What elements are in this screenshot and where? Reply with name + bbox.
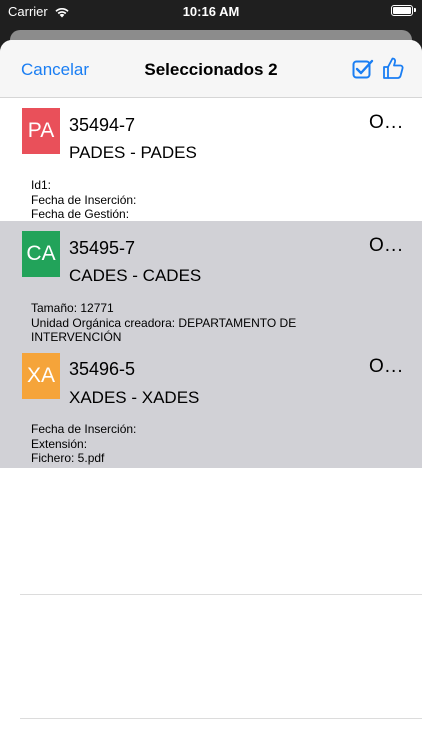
thumbs-up-icon[interactable] [382,56,404,80]
document-code: 35495-7 [69,238,136,258]
document-code: 35496-5 [69,359,136,379]
detail-line: Extensión: [31,436,88,451]
document-type-badge: PA [22,108,60,154]
document-code: 35494-7 [69,115,136,135]
status-time: 10:16 AM [182,4,240,19]
list-item[interactable]: PA 35494-7 PADES - PADES O... Id1: Fecha… [0,98,422,221]
battery-icon [391,5,416,16]
detail-line: Fecha de Inserción: [31,422,137,436]
more-options[interactable]: O... [369,356,404,378]
row-divider [20,718,422,719]
document-details: Fecha de Inserción: Extensión: Fichero: … [31,422,136,466]
detail-line: Tamaño: 12771 [31,301,114,315]
detail-line: Fecha de Gestión: [31,207,130,221]
row-divider [20,594,422,595]
detail-line: Id1: [31,178,52,192]
navigation-bar: Cancelar Seleccionados 2 [0,40,422,98]
status-bar: Carrier 10:16 AM [0,0,422,24]
selection-sheet: Cancelar Seleccionados 2 PA 35494-7 PADE… [0,40,422,750]
document-details: Id1: Fecha de Inserción: Fecha de Gestió… [31,178,136,222]
document-name: XADES - XADES [69,388,200,407]
document-name: PADES - PADES [69,143,197,162]
document-type-badge: CA [22,231,60,277]
detail-line: Unidad Orgánica creadora: DEPARTAMENTO D… [31,315,297,330]
document-type-badge: XA [22,353,60,399]
more-options[interactable]: O... [369,112,404,134]
document-details: Tamaño: 12771 Unidad Orgánica creadora: … [31,301,296,345]
document-name: CADES - CADES [69,266,202,285]
detail-line: Fichero: 5.pdf [31,451,105,465]
more-options[interactable]: O... [369,235,404,257]
document-list: PA 35494-7 PADES - PADES O... Id1: Fecha… [0,98,422,468]
detail-line: INTERVENCIÓN [31,330,122,344]
list-item[interactable]: CA 35495-7 CADES - CADES O... Tamaño: 12… [0,221,422,346]
detail-line: Fecha de Inserción: [31,192,137,207]
list-item[interactable]: XA 35496-5 XADES - XADES O... Fecha de I… [0,346,422,468]
checkbox-icon[interactable] [352,58,374,80]
